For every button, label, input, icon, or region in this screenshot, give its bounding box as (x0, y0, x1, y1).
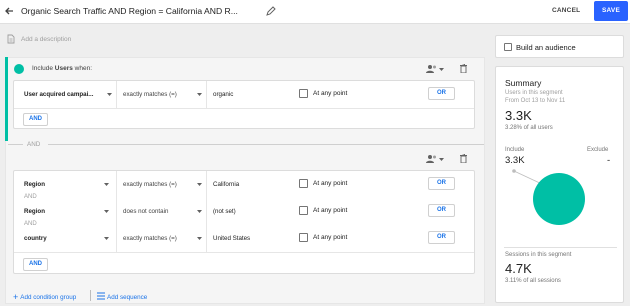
operator-dropdown[interactable]: exactly matches (=) (117, 81, 207, 108)
at-any-point-label: At any point (313, 180, 348, 187)
exclude-label: Exclude (587, 147, 609, 153)
value-input[interactable]: United States (213, 235, 250, 242)
include-label: Include (505, 147, 525, 153)
chevron-down-icon (107, 93, 112, 96)
active-group-indicator (5, 57, 8, 141)
description-icon (7, 34, 15, 44)
trash-icon[interactable] (460, 154, 467, 163)
or-button[interactable]: OR (428, 87, 455, 100)
date-range: From Oct 13 to Nov 11 (505, 98, 566, 104)
at-any-point-label: At any point (313, 234, 348, 241)
summary-card: Summary Users in this segment From Oct 1… (495, 66, 624, 303)
chevron-down-icon (104, 183, 109, 186)
person-group-icon[interactable] (426, 64, 437, 73)
chevron-down-icon[interactable] (439, 68, 444, 71)
or-button[interactable]: OR (428, 231, 455, 244)
users-value: 3.3K (505, 108, 532, 123)
include-users-label: Include Users when: (32, 65, 93, 72)
at-any-point-checkbox[interactable] (299, 179, 308, 188)
separator-line (8, 144, 23, 145)
sessions-percent: 3.11% of all sessions (505, 278, 561, 284)
person-group-icon[interactable] (426, 154, 437, 163)
separator-line (48, 144, 484, 145)
sessions-label: Sessions in this segment (505, 252, 572, 258)
at-any-point-checkbox[interactable] (299, 233, 308, 242)
divider (14, 108, 474, 109)
value-input[interactable]: (not set) (213, 208, 236, 215)
or-button[interactable]: OR (428, 177, 455, 190)
summary-title: Summary (505, 78, 542, 88)
operator-dropdown[interactable]: does not contain (117, 198, 207, 225)
operator-dropdown[interactable]: exactly matches (=) (117, 225, 207, 252)
or-button[interactable]: OR (428, 204, 455, 217)
footer-divider (90, 290, 91, 301)
condition-group-1: User acquired campai... exactly matches … (13, 80, 475, 129)
add-condition-group-link[interactable]: + Add condition group (13, 292, 76, 302)
chevron-down-icon (104, 237, 109, 240)
condition-row: Region exactly matches (=) California At… (14, 171, 474, 198)
condition-row: User acquired campai... exactly matches … (14, 81, 474, 108)
chevron-down-icon (197, 93, 202, 96)
segment-title: Organic Search Traffic AND Region = Cali… (21, 6, 238, 16)
at-any-point-label: At any point (313, 90, 348, 97)
dimension-dropdown[interactable]: country (14, 225, 117, 252)
sessions-value: 4.7K (505, 261, 532, 276)
add-sequence-link[interactable]: Add sequence (97, 292, 147, 301)
condition-group-2: Region exactly matches (=) California At… (13, 170, 475, 274)
build-audience-label: Build an audience (516, 43, 576, 52)
top-bar: Organic Search Traffic AND Region = Cali… (0, 0, 630, 24)
exclude-value: - (607, 155, 611, 166)
build-audience-checkbox[interactable] (504, 43, 512, 51)
save-button[interactable]: SAVE (594, 1, 628, 21)
chevron-down-icon[interactable] (439, 158, 444, 161)
chevron-down-icon (197, 237, 202, 240)
add-icon: + (13, 292, 19, 302)
operator-dropdown[interactable]: exactly matches (=) (117, 171, 207, 198)
users-label: Users in this segment (505, 90, 563, 96)
divider (14, 252, 474, 253)
and-button[interactable]: AND (23, 258, 48, 271)
and-separator-label: AND (27, 141, 41, 148)
condition-row: country exactly matches (=) United State… (14, 225, 474, 252)
cancel-button[interactable]: CANCEL (552, 7, 580, 14)
build-audience-card[interactable]: Build an audience (495, 35, 624, 58)
value-input[interactable]: California (213, 181, 239, 188)
group-status-dot (14, 64, 24, 74)
condition-row: Region does not contain (not set) At any… (14, 198, 474, 225)
at-any-point-checkbox[interactable] (299, 89, 308, 98)
at-any-point-checkbox[interactable] (299, 206, 308, 215)
value-input[interactable]: organic (213, 91, 233, 98)
users-percent: 3.28% of all users (505, 125, 553, 131)
dimension-dropdown[interactable]: User acquired campai... (14, 81, 117, 108)
segment-pie-chart (512, 169, 585, 225)
trash-icon[interactable] (460, 64, 467, 73)
at-any-point-label: At any point (313, 207, 348, 214)
and-button[interactable]: AND (23, 113, 48, 126)
chevron-down-icon (197, 183, 202, 186)
chevron-down-icon (104, 210, 109, 213)
chevron-down-icon (197, 210, 202, 213)
back-arrow-icon[interactable] (3, 5, 15, 17)
summary-divider (504, 247, 617, 248)
sequence-icon (97, 292, 105, 300)
pencil-icon[interactable] (265, 6, 276, 17)
description-input[interactable]: Add a description (21, 36, 71, 43)
